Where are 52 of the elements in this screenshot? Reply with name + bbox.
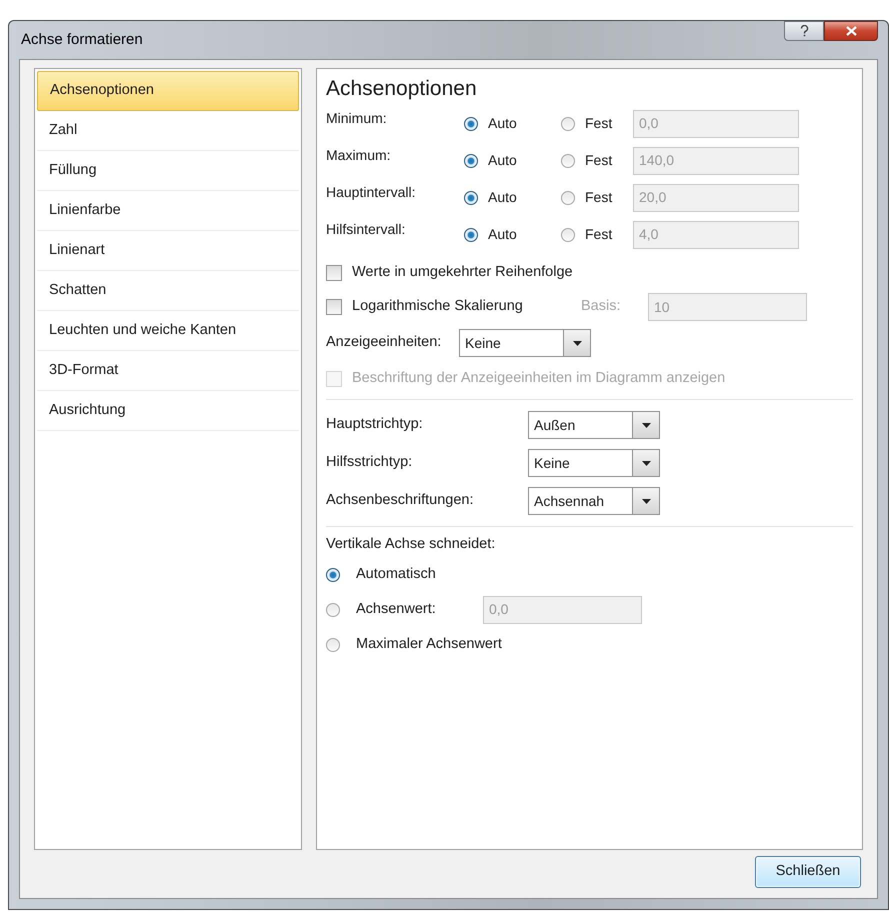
field-label: Hilfsstrichtyp: [326, 453, 414, 472]
close-icon [846, 26, 856, 36]
dropdown[interactable]: Keine [459, 329, 591, 357]
checkbox-label: Beschriftung der Anzeigeeinheiten im Diagramm anzeigen [352, 369, 726, 388]
checkbox-label: Logarithmische Skalierung [352, 297, 523, 316]
field-label: Hauptstrichtyp: [326, 415, 424, 434]
checkbox[interactable] [326, 299, 342, 315]
dropdown-arrow-icon [572, 340, 582, 346]
radio-label: Fest [585, 151, 612, 170]
field-label: Achsenbeschriftungen: [326, 491, 475, 510]
radio-label: Auto [488, 188, 517, 207]
sidebar-item[interactable]: Linienart [37, 231, 299, 271]
radio-label: Fest [585, 225, 612, 244]
field-label: Basis: [581, 297, 622, 316]
sidebar-item[interactable]: Ausrichtung [37, 391, 299, 431]
field-label: Hilfsintervall: [326, 220, 406, 239]
field-label: Maximum: [326, 146, 392, 165]
panel-heading: Achsenoptionen [326, 76, 478, 102]
checkbox[interactable] [326, 265, 342, 281]
radio-label: Fest [585, 114, 612, 133]
sidebar-item[interactable]: Achsenoptionen [37, 71, 299, 111]
sidebar-item[interactable]: Linienfarbe [37, 191, 299, 231]
field-label: Anzeigeeinheiten: [326, 333, 442, 352]
radio-label: Auto [488, 225, 517, 244]
sidebar-item[interactable]: Füllung [37, 151, 299, 191]
radio-label: Automatisch [356, 564, 436, 584]
close-button[interactable] [824, 21, 878, 41]
dropdown[interactable]: Achsennah [528, 487, 660, 515]
sidebar-item[interactable]: 3D-Format [37, 351, 299, 391]
sidebar-item[interactable]: Schatten [37, 271, 299, 311]
dropdown-arrow-icon [642, 498, 650, 504]
radio-label: Fest [585, 188, 612, 207]
radio-button[interactable] [326, 568, 340, 582]
radio-button[interactable] [326, 638, 340, 652]
dropdown-arrow-icon [642, 422, 650, 428]
section-label: Vertikale Achse schneidet: [326, 535, 496, 554]
dropdown[interactable]: Keine [528, 449, 660, 477]
checkbox-label: Werte in umgekehrter Reihenfolge [352, 263, 573, 282]
help-button[interactable] [784, 21, 824, 41]
sidebar-item[interactable]: Zahl [37, 111, 299, 151]
help-icon [800, 25, 808, 37]
radio-label: Auto [488, 114, 517, 133]
radio-label: Auto [488, 151, 517, 170]
field-label: Minimum: [326, 109, 388, 128]
window-title: Achse formatieren [20, 30, 144, 50]
sidebar-item[interactable]: Leuchten und weiche Kanten [37, 311, 299, 351]
field-label: Hauptintervall: [326, 183, 416, 202]
dropdown-arrow-icon [642, 460, 650, 466]
radio-label: Maximaler Achsenwert [356, 634, 502, 654]
radio-label: Achsenwert: [356, 600, 436, 619]
dropdown[interactable]: Außen [528, 411, 660, 439]
close-dialog-button[interactable]: Schließen [755, 856, 861, 888]
